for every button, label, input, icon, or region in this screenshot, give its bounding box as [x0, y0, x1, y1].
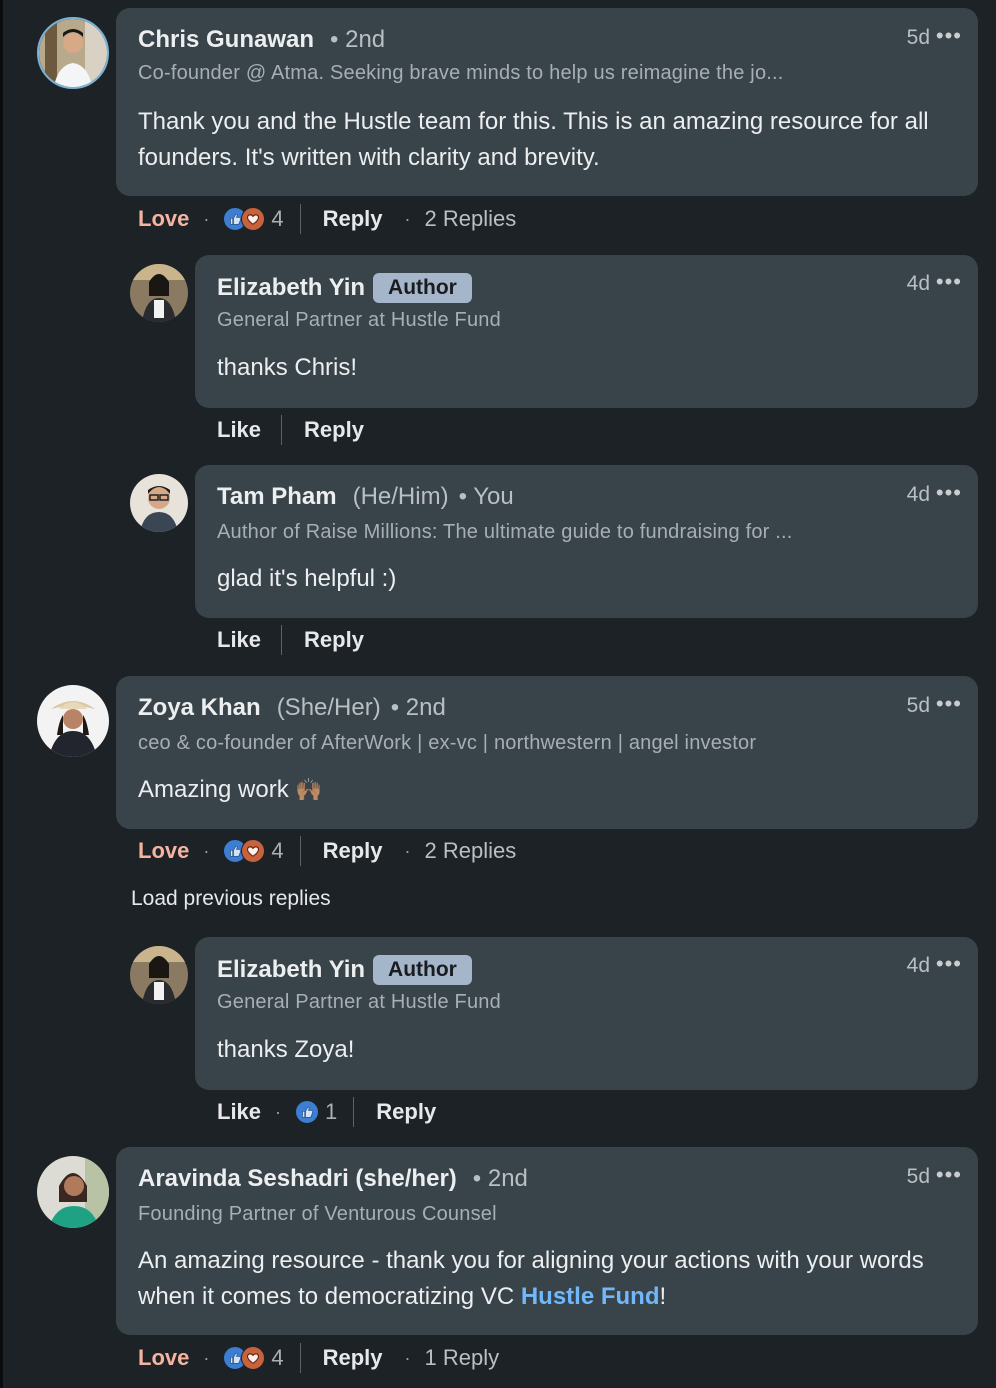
divider	[299, 204, 301, 234]
timestamp: 5d	[906, 26, 930, 49]
comment-text: Thank you and the Hustle team for this. …	[138, 108, 929, 171]
author-headline: Author of Raise Millions: The ultimate g…	[217, 521, 793, 543]
comment-text: An amazing resource - thank you for alig…	[138, 1243, 938, 1315]
author-name[interactable]: Aravinda Seshadri (she/her)	[138, 1165, 457, 1193]
author-headline: Founding Partner of Venturous Counsel	[138, 1203, 497, 1225]
author-headline: General Partner at Hustle Fund	[217, 991, 501, 1013]
avatar[interactable]	[37, 685, 109, 757]
reply-button[interactable]: Reply	[323, 206, 383, 232]
avatar[interactable]	[37, 17, 109, 89]
more-options-icon[interactable]: •••	[936, 951, 962, 977]
reply-card: Elizabeth Yin Author General Partner at …	[195, 255, 978, 408]
reply-button[interactable]: Reply	[304, 627, 364, 653]
separator-dot: ·	[275, 1101, 282, 1122]
divider	[353, 1097, 355, 1127]
reaction-summary[interactable]: 4	[223, 1345, 284, 1371]
author-name[interactable]: Elizabeth Yin	[217, 274, 365, 302]
comment-card: Zoya Khan (She/Her) • 2nd ceo & co-found…	[116, 676, 978, 829]
reaction-summary[interactable]: 4	[223, 838, 284, 864]
load-previous-replies-button[interactable]: Load previous replies	[131, 887, 331, 911]
avatar[interactable]	[37, 1156, 109, 1228]
reply-button[interactable]: Reply	[323, 1345, 383, 1371]
reaction-summary[interactable]: 1	[295, 1099, 337, 1125]
avatar[interactable]	[130, 264, 188, 322]
avatar[interactable]	[130, 946, 188, 1004]
reaction-summary[interactable]: 4	[223, 206, 284, 232]
replies-count-link[interactable]: 2 Replies	[425, 206, 517, 232]
more-options-icon[interactable]: •••	[936, 691, 962, 717]
comment-text-content: Amazing work	[138, 776, 289, 803]
author-pronouns: (He/Him)	[352, 483, 449, 510]
connection-degree: • 2nd	[390, 694, 446, 721]
like-button[interactable]: Like	[217, 627, 261, 653]
reaction-count: 4	[271, 1345, 284, 1370]
comment-text: Amazing work 🙌🏽	[138, 772, 938, 808]
author-headline: General Partner at Hustle Fund	[217, 309, 501, 331]
more-options-icon[interactable]: •••	[936, 269, 962, 295]
author-badge: Author	[373, 273, 472, 303]
divider	[299, 1343, 301, 1373]
author-name[interactable]: Tam Pham	[217, 483, 337, 511]
connection-degree: • 2nd	[330, 26, 386, 53]
divider	[281, 625, 283, 655]
love-reaction-icon	[241, 1346, 266, 1370]
replies-count-link[interactable]: 2 Replies	[425, 838, 517, 864]
separator-dot: ·	[404, 840, 411, 861]
connection-degree: • You	[458, 483, 514, 510]
replies-count-link[interactable]: 1 Reply	[425, 1345, 500, 1371]
comment-text-end: !	[659, 1283, 667, 1310]
reaction-count: 4	[271, 838, 284, 863]
author-pronouns: (She/Her)	[276, 694, 381, 721]
reaction-count: 4	[271, 206, 284, 231]
reply-text: glad it's helpful :)	[217, 565, 397, 592]
reply-button[interactable]: Reply	[304, 417, 364, 443]
author-name[interactable]: Zoya Khan	[138, 694, 261, 722]
timestamp: 4d	[906, 483, 930, 506]
raising-hands-icon: 🙌🏽	[295, 777, 323, 802]
divider	[299, 836, 301, 866]
avatar[interactable]	[130, 474, 188, 532]
timestamp: 4d	[906, 954, 930, 977]
mention-link[interactable]: Hustle Fund	[521, 1283, 660, 1310]
reply-button[interactable]: Reply	[376, 1099, 436, 1125]
comment-card: Aravinda Seshadri (she/her) • 2nd Foundi…	[116, 1147, 978, 1335]
separator-dot: ·	[404, 1347, 411, 1368]
more-options-icon[interactable]: •••	[936, 1162, 962, 1188]
separator-dot: ·	[404, 208, 411, 229]
timestamp: 5d	[906, 694, 930, 717]
separator-dot: ·	[203, 208, 210, 229]
author-name[interactable]: Elizabeth Yin	[217, 956, 365, 984]
divider	[281, 415, 283, 445]
more-options-icon[interactable]: •••	[936, 480, 962, 506]
author-name[interactable]: Chris Gunawan	[138, 26, 314, 54]
more-options-icon[interactable]: •••	[936, 23, 962, 49]
like-reaction-icon	[295, 1100, 320, 1124]
reply-card: Elizabeth Yin Author General Partner at …	[195, 937, 978, 1090]
reply-card: Tam Pham (He/Him) • You Author of Raise …	[195, 465, 978, 618]
author-badge: Author	[373, 955, 472, 985]
love-reaction-button[interactable]: Love	[138, 838, 189, 864]
timestamp: 4d	[906, 272, 930, 295]
separator-dot: ·	[203, 840, 210, 861]
like-button[interactable]: Like	[217, 1099, 261, 1125]
separator-dot: ·	[203, 1347, 210, 1368]
like-button[interactable]: Like	[217, 417, 261, 443]
love-reaction-button[interactable]: Love	[138, 1345, 189, 1371]
author-headline: ceo & co-founder of AfterWork | ex-vc | …	[138, 732, 757, 754]
love-reaction-icon	[241, 839, 266, 863]
reaction-count: 1	[325, 1099, 338, 1124]
reply-text: thanks Chris!	[217, 354, 358, 381]
timestamp: 5d	[906, 1165, 930, 1188]
author-headline: Co-founder @ Atma. Seeking brave minds t…	[138, 62, 784, 84]
reply-button[interactable]: Reply	[323, 838, 383, 864]
love-reaction-button[interactable]: Love	[138, 206, 189, 232]
connection-degree: • 2nd	[472, 1165, 528, 1192]
love-reaction-icon	[241, 207, 266, 231]
comment-card: Chris Gunawan • 2nd Co-founder @ Atma. S…	[116, 8, 978, 196]
reply-text: thanks Zoya!	[217, 1036, 355, 1063]
